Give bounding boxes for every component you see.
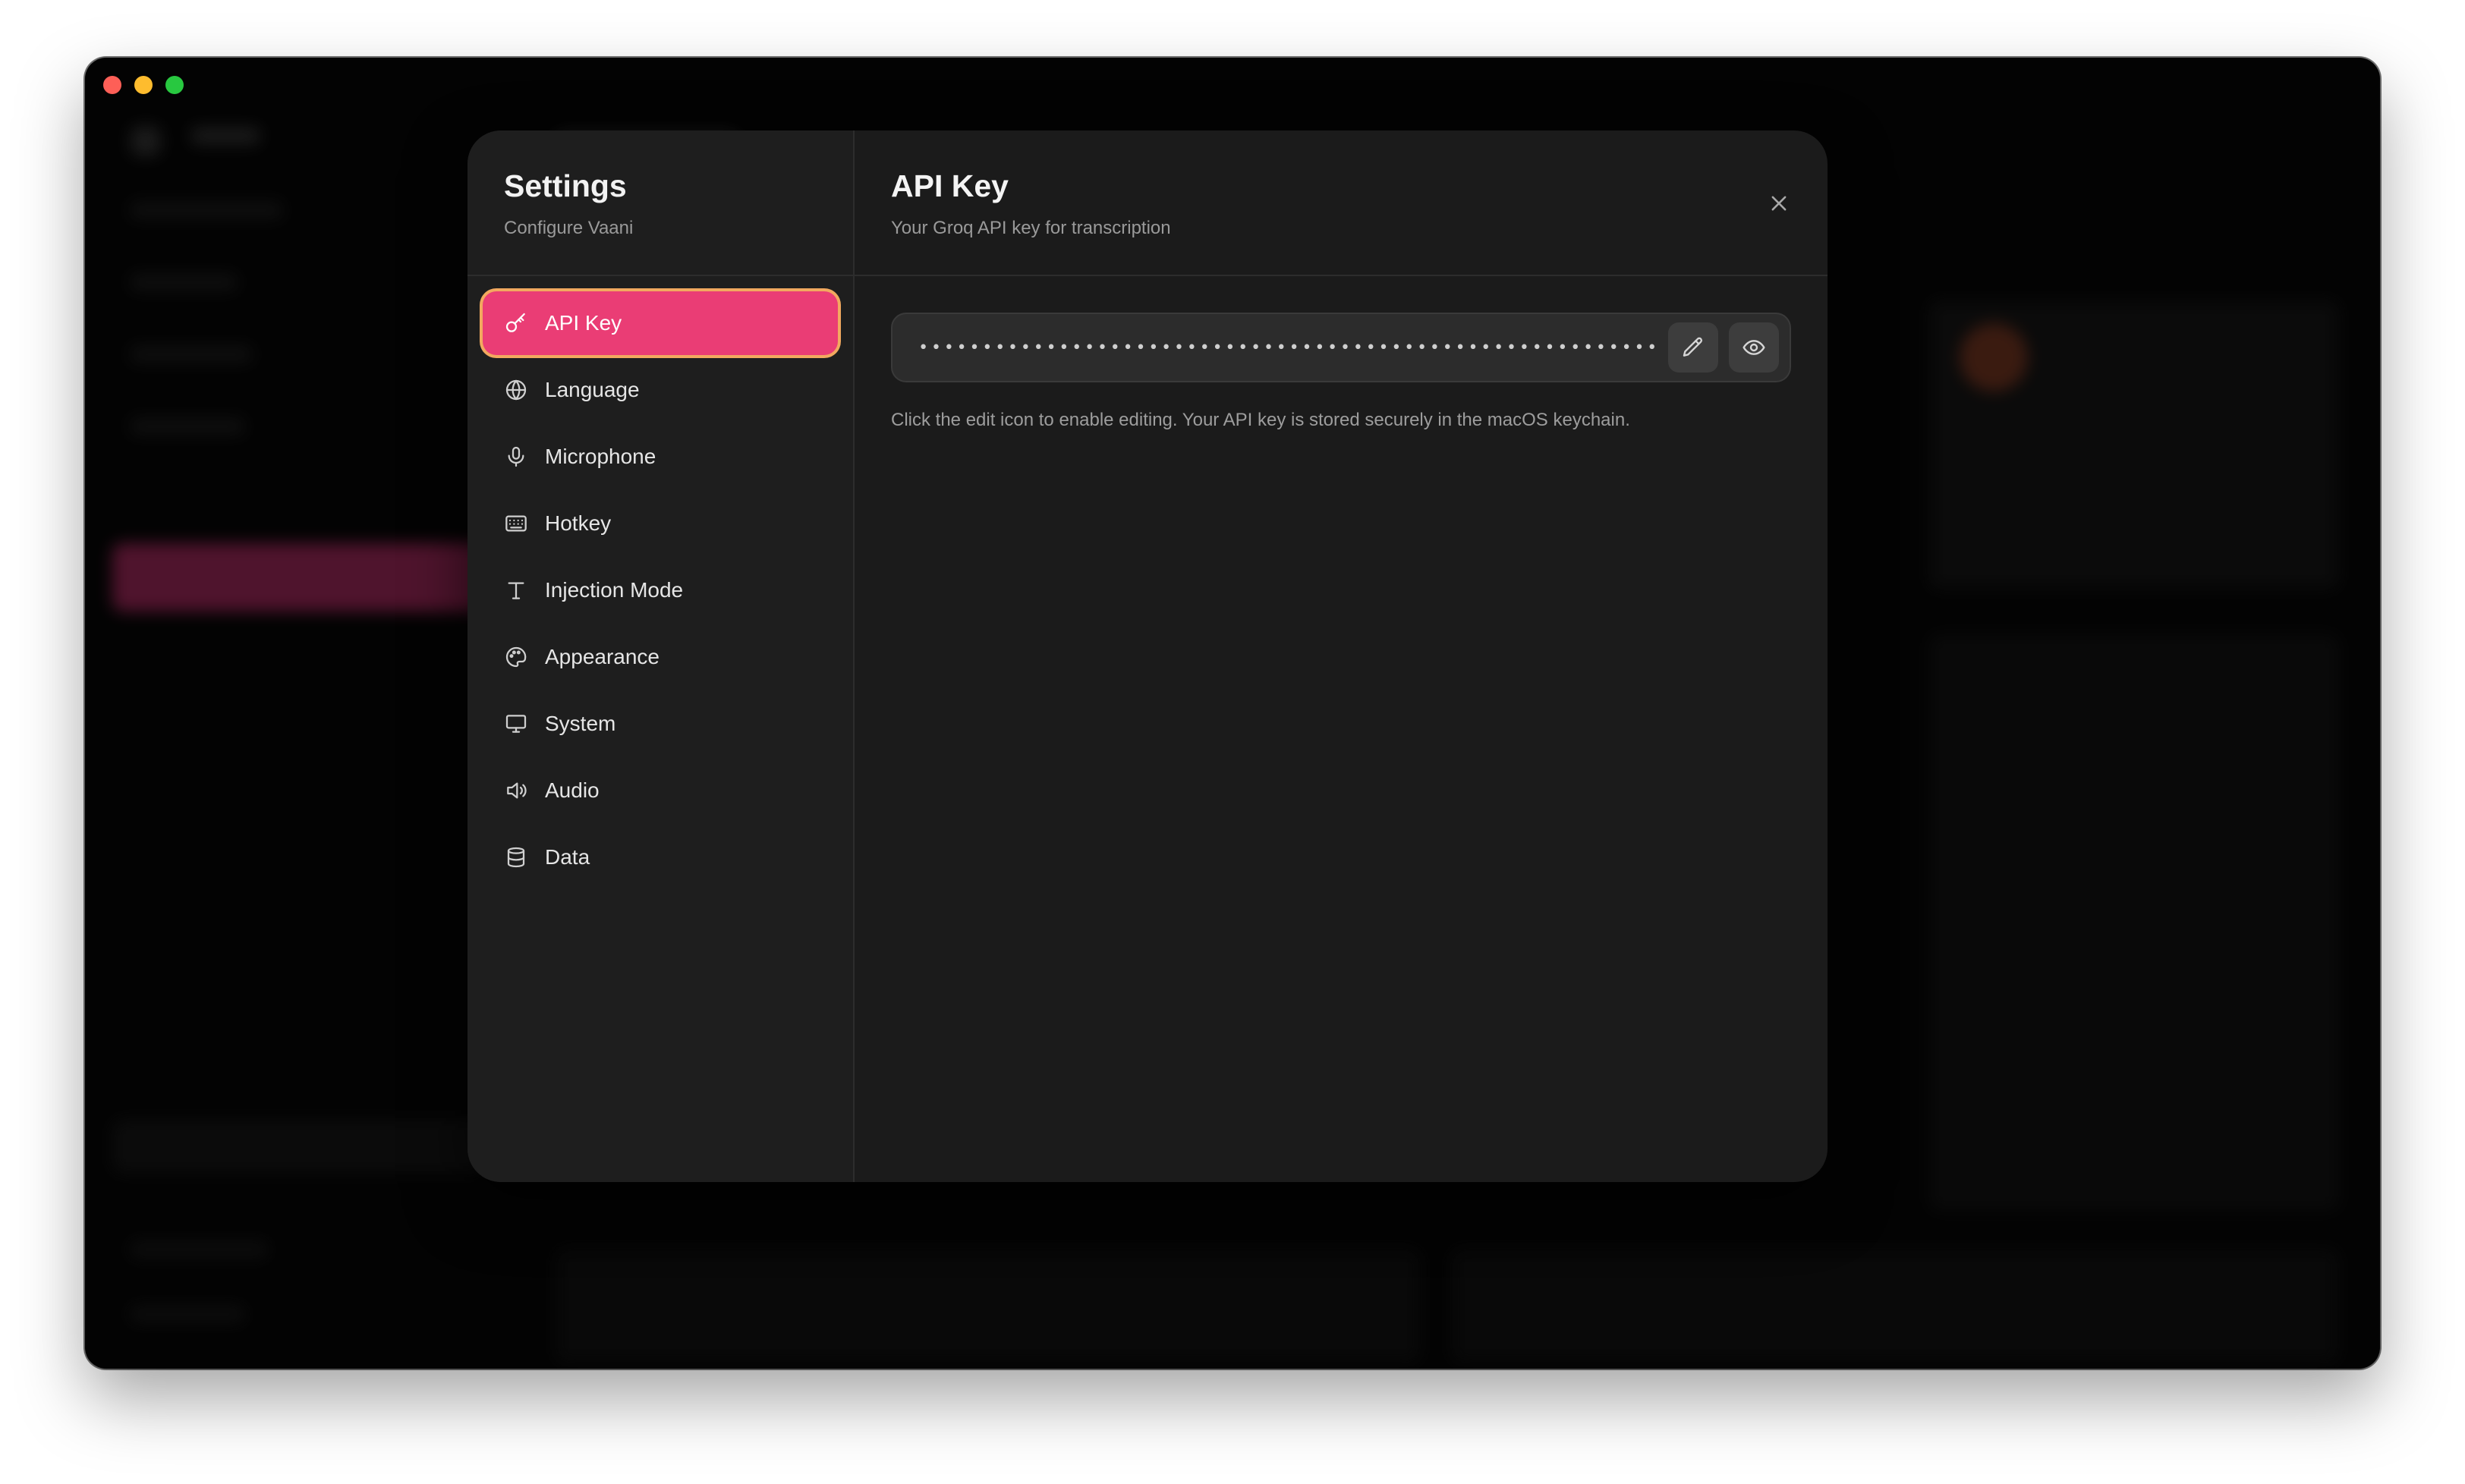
nav-item-appearance[interactable]: Appearance [483,625,838,689]
nav-item-label: Data [545,845,590,869]
api-key-value: ••••••••••••••••••••••••••••••••••••••••… [918,338,1661,357]
nav-item-language[interactable]: Language [483,358,838,422]
pencil-icon [1683,337,1703,357]
settings-panel: API Key Your Groq API key for transcript… [855,130,1828,1182]
eye-icon [1742,340,1765,355]
reveal-key-button[interactable] [1729,322,1779,373]
palette-icon [502,643,530,671]
nav-item-label: Injection Mode [545,578,684,602]
nav-item-label: Hotkey [545,511,612,535]
text-icon [502,577,530,604]
nav-item-hotkey[interactable]: Hotkey [483,492,838,555]
nav-item-label: Appearance [545,645,660,668]
settings-header: Settings Configure Vaani [468,130,853,276]
nav-item-label: API Key [545,311,622,335]
nav-item-label: Microphone [545,445,656,468]
speaker-icon [502,777,530,804]
panel-title: API Key [891,168,1009,203]
database-icon [502,844,530,871]
close-window-button[interactable] [103,76,121,94]
settings-title: Settings [504,168,627,203]
nav-item-label: System [545,712,616,735]
settings-sidebar: Settings Configure Vaani API Key Languag… [468,130,855,1182]
edit-key-button[interactable] [1668,322,1718,373]
minimize-window-button[interactable] [134,76,153,94]
monitor-icon [502,710,530,737]
close-button[interactable] [1764,188,1794,219]
key-icon [502,310,530,337]
api-key-helper-text: Click the edit icon to enable editing. Y… [891,410,1630,430]
settings-nav: API Key Language Microphone Hotkey Injec… [468,276,853,889]
window-controls [103,76,184,94]
nav-item-injection-mode[interactable]: Injection Mode [483,558,838,622]
nav-item-microphone[interactable]: Microphone [483,425,838,489]
nav-item-label: Language [545,378,640,401]
nav-item-api-key[interactable]: API Key [483,291,838,355]
settings-modal: Settings Configure Vaani API Key Languag… [468,130,1828,1182]
nav-item-data[interactable]: Data [483,825,838,889]
nav-item-system[interactable]: System [483,692,838,756]
keyboard-icon [502,510,530,537]
panel-header: API Key Your Groq API key for transcript… [855,130,1828,276]
microphone-icon [502,443,530,470]
api-key-field[interactable]: ••••••••••••••••••••••••••••••••••••••••… [891,313,1791,382]
globe-icon [502,376,530,404]
settings-subtitle: Configure Vaani [504,218,634,238]
panel-subtitle: Your Groq API key for transcription [891,218,1171,238]
nav-item-audio[interactable]: Audio [483,759,838,822]
nav-item-label: Audio [545,778,600,802]
close-icon [1771,196,1787,211]
zoom-window-button[interactable] [165,76,184,94]
